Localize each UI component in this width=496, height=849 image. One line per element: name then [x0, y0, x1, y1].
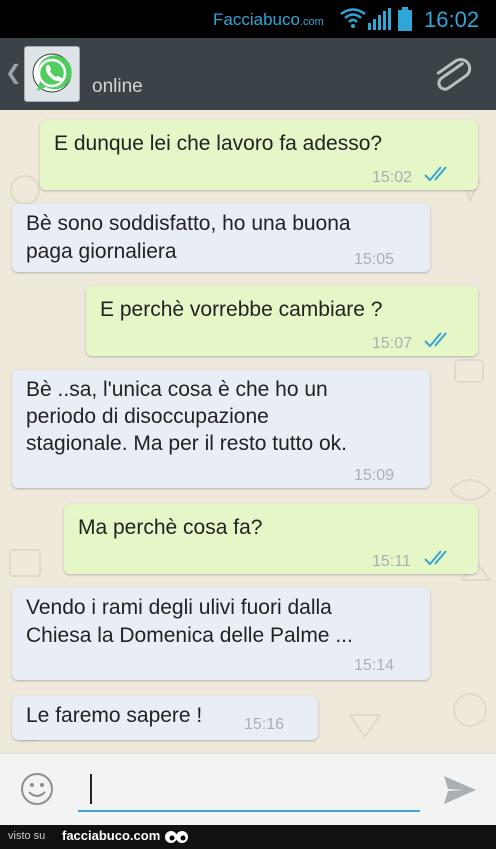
- footer-prefix: visto su: [8, 830, 46, 842]
- chat-header: ❮ online: [0, 38, 496, 110]
- message-text: Le faremo sapere !: [26, 704, 203, 727]
- message-bubble-outgoing[interactable]: E perchè vorrebbe cambiare ? 15:07: [86, 286, 478, 356]
- message-time: 15:05: [354, 251, 395, 268]
- battery-icon: [398, 7, 412, 31]
- status-brand-suffix: .com: [299, 16, 324, 28]
- message-text: Vendo i rami degli ulivi fuori dalla Chi…: [26, 596, 353, 647]
- chat-area[interactable]: E dunque lei che lavoro fa adesso? 15:02…: [0, 110, 496, 753]
- eyes-icon: [165, 831, 188, 843]
- message-input[interactable]: [78, 768, 420, 812]
- wifi-icon: [340, 8, 366, 28]
- read-ticks-icon: [424, 332, 447, 348]
- status-bar: Facciabuco.com 16:02: [0, 0, 496, 38]
- message-bubble-incoming[interactable]: Le faremo sapere ! 15:16: [12, 696, 318, 740]
- message-text: E dunque lei che lavoro fa adesso?: [54, 132, 383, 155]
- message-time: 15:09: [354, 467, 395, 484]
- message-bubble-outgoing[interactable]: Ma perchè cosa fa? 15:11: [64, 504, 478, 574]
- message-text: Bè ..sa, l'unica cosa è che ho un period…: [26, 378, 347, 455]
- watermark-footer: visto su facciabuco.com: [0, 825, 496, 849]
- status-time: 16:02: [424, 7, 480, 32]
- text-caret: [90, 774, 92, 804]
- compose-bar: [0, 753, 496, 825]
- read-ticks-icon: [424, 550, 447, 566]
- signal-icon: [368, 8, 391, 30]
- message-text: Ma perchè cosa fa?: [78, 516, 263, 539]
- paperclip-icon[interactable]: [430, 54, 474, 98]
- read-ticks-icon: [424, 166, 447, 182]
- whatsapp-avatar-icon: [32, 53, 72, 93]
- message-time: 15:14: [354, 657, 395, 674]
- contact-status: online: [92, 76, 143, 97]
- message-time: 15:11: [372, 553, 411, 570]
- status-brand-name: Facciabuco: [213, 10, 300, 29]
- back-icon[interactable]: ❮: [5, 60, 22, 84]
- message-time: 15:07: [372, 335, 413, 352]
- send-icon[interactable]: [442, 774, 478, 806]
- message-bubble-incoming[interactable]: Vendo i rami degli ulivi fuori dalla Chi…: [12, 588, 430, 680]
- message-bubble-outgoing[interactable]: E dunque lei che lavoro fa adesso? 15:02: [40, 120, 478, 190]
- footer-brand: facciabuco.com: [62, 828, 161, 843]
- message-text: E perchè vorrebbe cambiare ?: [100, 298, 383, 321]
- status-brand: Facciabuco.com: [213, 10, 324, 30]
- message-time: 15:16: [244, 716, 285, 733]
- contact-avatar[interactable]: [24, 46, 80, 102]
- message-bubble-incoming[interactable]: Bè ..sa, l'unica cosa è che ho un period…: [12, 370, 430, 488]
- emoji-icon[interactable]: [20, 772, 54, 806]
- message-text: Bè sono soddisfatto, ho una buona paga g…: [26, 212, 351, 263]
- message-bubble-incoming[interactable]: Bè sono soddisfatto, ho una buona paga g…: [12, 204, 430, 272]
- message-time: 15:02: [372, 169, 413, 186]
